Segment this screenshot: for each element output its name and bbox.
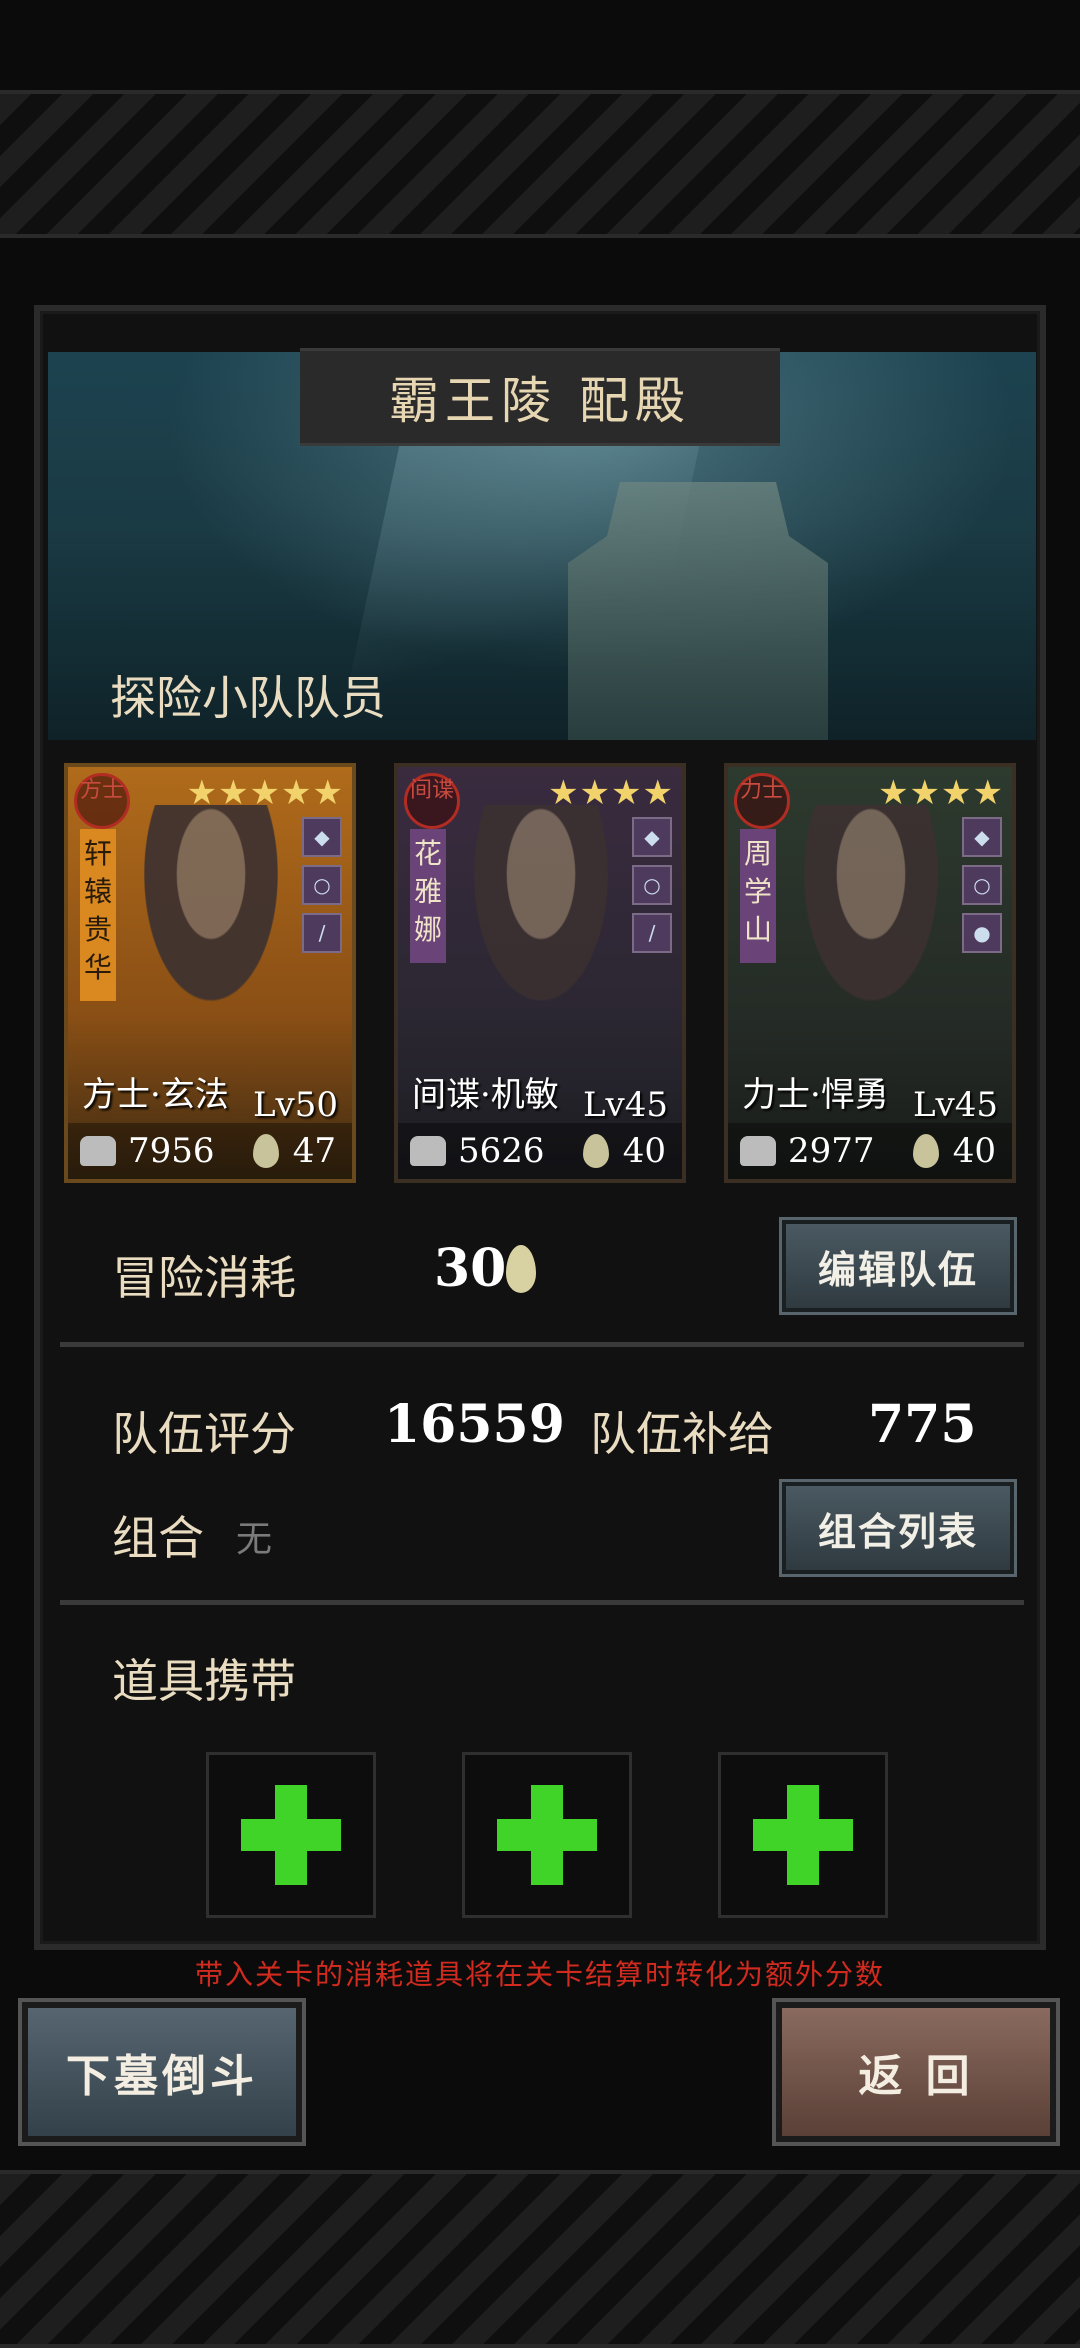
- divider: [60, 1600, 1024, 1605]
- divider: [60, 1342, 1024, 1347]
- member-portrait: [126, 805, 296, 1035]
- member-name: 间谍·机敏: [412, 1075, 559, 1115]
- add-plus-icon: [241, 1785, 341, 1885]
- class-seal-icon: 方士: [74, 773, 130, 829]
- return-button[interactable]: 返 回: [776, 2002, 1056, 2142]
- member-stats: 2977 40: [728, 1123, 1012, 1179]
- supply-drop-icon: [912, 1134, 939, 1168]
- combo-label: 组合: [112, 1511, 204, 1565]
- equipment-slots: ◆ ○ /: [632, 817, 672, 961]
- member-vertical-name: 周学山: [740, 829, 776, 963]
- fist-power-icon: [740, 1136, 776, 1166]
- member-power: 5626: [458, 1131, 545, 1171]
- item-slot-3[interactable]: [718, 1752, 888, 1918]
- team-supply-label: 队伍补给: [590, 1407, 774, 1461]
- member-name: 力士·悍勇: [742, 1075, 889, 1115]
- star-rating: ★★★★★: [186, 773, 344, 813]
- member-power: 2977: [788, 1131, 875, 1171]
- member-card-1[interactable]: 方士 轩辕贵华 ★★★★★ ◆ ○ / 方士·玄法 Lv50 7956 47: [64, 763, 356, 1183]
- gem-icon[interactable]: ◆: [632, 817, 672, 857]
- combo-value: 无: [236, 1519, 273, 1560]
- gem-icon[interactable]: ◆: [962, 817, 1002, 857]
- member-supply: 40: [952, 1131, 996, 1171]
- fist-power-icon: [80, 1136, 116, 1166]
- add-plus-icon: [753, 1785, 853, 1885]
- fist-power-icon: [410, 1136, 446, 1166]
- items-label: 道具携带: [112, 1654, 296, 1708]
- ring-icon[interactable]: ○: [962, 865, 1002, 905]
- class-seal-icon: 间谍: [404, 773, 460, 829]
- adventure-cost-label: 冒险消耗: [112, 1251, 296, 1305]
- member-card-2[interactable]: 间谍 花雅娜 ★★★★ ◆ ○ / 间谍·机敏 Lv45 5626 40: [394, 763, 686, 1183]
- member-vertical-name: 花雅娜: [410, 829, 446, 963]
- team-supply-value: 775: [868, 1394, 977, 1455]
- orb-icon[interactable]: ●: [962, 913, 1002, 953]
- member-portrait: [456, 805, 626, 1035]
- class-seal-icon: 力士: [734, 773, 790, 829]
- member-stats: 7956 47: [68, 1123, 352, 1179]
- member-level: Lv45: [582, 1085, 668, 1125]
- members-label: 探险小队队员: [110, 671, 386, 725]
- supply-drop-icon: [582, 1134, 609, 1168]
- member-level: Lv50: [252, 1085, 338, 1125]
- team-score-value: 16559: [384, 1394, 565, 1455]
- equipment-slots: ◆ ○ ●: [962, 817, 1002, 961]
- combo-list-button[interactable]: 组合列表: [782, 1482, 1014, 1574]
- member-vertical-name: 轩辕贵华: [80, 829, 116, 1001]
- supply-drop-icon: [252, 1134, 279, 1168]
- top-decorative-border: [0, 90, 1080, 238]
- ring-icon[interactable]: ○: [632, 865, 672, 905]
- gem-icon[interactable]: ◆: [302, 817, 342, 857]
- item-slot-2[interactable]: [462, 1752, 632, 1918]
- weapon-icon[interactable]: /: [302, 913, 342, 953]
- item-notice: 带入关卡的消耗道具将在关卡结算时转化为额外分数: [194, 1958, 885, 1991]
- member-power: 7956: [128, 1131, 215, 1171]
- star-rating: ★★★★: [878, 773, 1004, 813]
- adventure-cost-value: 30: [434, 1238, 507, 1299]
- star-rating: ★★★★: [548, 773, 674, 813]
- member-name: 方士·玄法: [82, 1075, 229, 1115]
- equipment-slots: ◆ ○ /: [302, 817, 342, 961]
- weapon-icon[interactable]: /: [632, 913, 672, 953]
- stage-title: 霸王陵 配殿: [300, 348, 780, 446]
- member-level: Lv45: [912, 1085, 998, 1125]
- ring-icon[interactable]: ○: [302, 865, 342, 905]
- member-supply: 47: [292, 1131, 336, 1171]
- add-plus-icon: [497, 1785, 597, 1885]
- item-slot-1[interactable]: [206, 1752, 376, 1918]
- member-card-3[interactable]: 力士 周学山 ★★★★ ◆ ○ ● 力士·悍勇 Lv45 2977 40: [724, 763, 1016, 1183]
- member-portrait: [786, 805, 956, 1035]
- member-supply: 40: [622, 1131, 666, 1171]
- member-stats: 5626 40: [398, 1123, 682, 1179]
- descend-tomb-button[interactable]: 下墓倒斗: [22, 2002, 302, 2142]
- edit-team-button[interactable]: 编辑队伍: [782, 1220, 1014, 1312]
- bottom-decorative-border: [0, 2170, 1080, 2348]
- team-score-label: 队伍评分: [112, 1407, 296, 1461]
